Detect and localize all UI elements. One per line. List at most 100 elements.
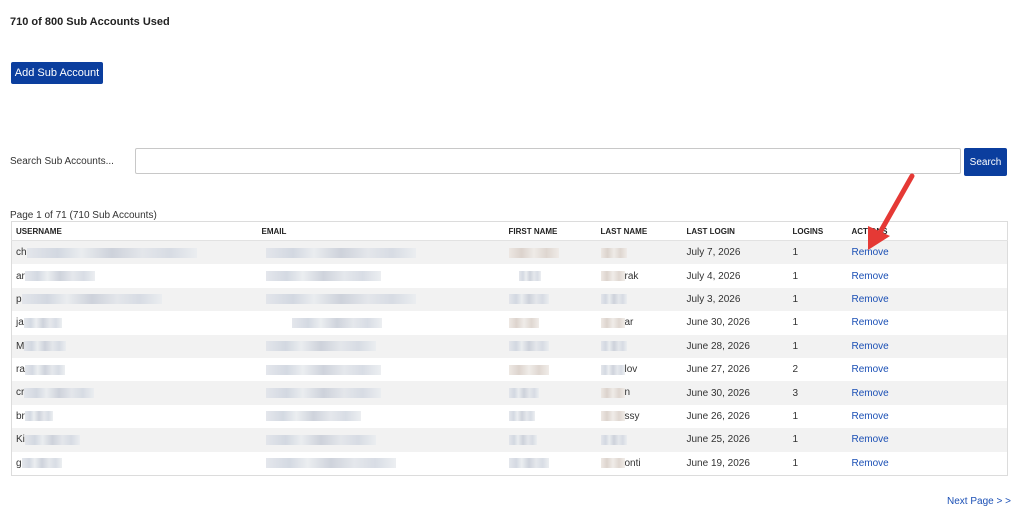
- email-cell: [257, 264, 505, 288]
- remove-link[interactable]: Remove: [852, 317, 889, 328]
- redacted-first-name: [518, 270, 541, 281]
- last-name-visible: ar: [624, 317, 634, 329]
- username-cell: ra: [11, 357, 258, 382]
- redacted-email: [265, 270, 381, 281]
- redacted-first-name: [508, 317, 539, 328]
- redacted-last-name: [600, 411, 625, 422]
- last-name-visible: lov: [624, 364, 638, 376]
- logins-cell: 1: [788, 240, 848, 265]
- redacted-last-name: [600, 317, 625, 328]
- redacted-last-name: [600, 271, 625, 282]
- search-input[interactable]: [135, 148, 961, 174]
- last-name-cell: [596, 240, 683, 265]
- email-cell: [257, 311, 505, 335]
- username-cell: cr: [11, 381, 258, 405]
- redacted-username: [24, 341, 67, 352]
- logins-cell: 1: [788, 428, 848, 452]
- redacted-username: [24, 364, 65, 375]
- actions-cell: Remove: [847, 451, 1008, 476]
- first-name-cell: [504, 381, 597, 405]
- redacted-email: [265, 341, 376, 352]
- redacted-first-name: [508, 411, 535, 422]
- actions-cell: Remove: [847, 428, 1008, 452]
- redacted-email: [291, 317, 382, 328]
- last-login-cell: July 7, 2026: [682, 240, 789, 265]
- last-name-cell: onti: [596, 451, 683, 476]
- username-cell: ja: [11, 311, 258, 335]
- table-row: Ki June 25, 2026 1 Remove: [11, 428, 1008, 452]
- logins-cell: 1: [788, 334, 848, 358]
- logins-cell: 1: [788, 264, 848, 288]
- first-name-cell: [504, 334, 597, 358]
- username-cell: g: [11, 451, 258, 476]
- redacted-last-name: [600, 434, 627, 445]
- last-login-cell: June 25, 2026: [682, 428, 789, 452]
- table-row: ch July 7, 2026 1 Remove: [11, 240, 1008, 265]
- actions-cell: Remove: [847, 334, 1008, 358]
- search-label: Search Sub Accounts...: [10, 156, 114, 167]
- table-row: M June 28, 2026 1 Remove: [11, 334, 1008, 358]
- last-name-cell: n: [596, 381, 683, 405]
- username-cell: M: [11, 334, 258, 358]
- remove-link[interactable]: Remove: [852, 411, 889, 422]
- first-name-cell: [504, 311, 597, 335]
- actions-cell: Remove: [847, 240, 1008, 265]
- email-cell: [257, 381, 505, 405]
- redacted-username: [26, 247, 197, 258]
- redacted-username: [24, 271, 95, 282]
- header-username: USERNAME: [11, 221, 258, 241]
- redacted-last-name: [600, 341, 627, 352]
- remove-link[interactable]: Remove: [852, 247, 889, 258]
- header-logins: LOGINS: [788, 221, 848, 241]
- header-email: EMAIL: [257, 221, 505, 241]
- logins-cell: 3: [788, 381, 848, 405]
- username-visible: ch: [16, 247, 27, 259]
- username-visible: ar: [16, 270, 25, 282]
- last-name-cell: [596, 334, 683, 358]
- first-name-cell: [504, 451, 597, 476]
- redacted-email: [265, 434, 376, 445]
- logins-cell: 1: [788, 287, 848, 312]
- last-login-cell: June 30, 2026: [682, 381, 789, 405]
- remove-link[interactable]: Remove: [852, 294, 889, 305]
- remove-link[interactable]: Remove: [852, 434, 889, 445]
- table-row: cr n June 30, 2026 3 Remove: [11, 381, 1008, 405]
- add-sub-account-button[interactable]: Add Sub Account: [11, 62, 103, 84]
- sub-accounts-table: USERNAME EMAIL FIRST NAME LAST NAME LAST…: [11, 221, 1008, 476]
- redacted-last-name: [600, 294, 627, 305]
- table-row: p July 3, 2026 1 Remove: [11, 287, 1008, 312]
- last-name-cell: rak: [596, 264, 683, 288]
- header-last-login: LAST LOGIN: [682, 221, 789, 241]
- sub-account-usage: 710 of 800 Sub Accounts Used: [10, 16, 170, 28]
- email-cell: [257, 287, 505, 312]
- actions-cell: Remove: [847, 357, 1008, 382]
- actions-cell: Remove: [847, 404, 1008, 429]
- first-name-cell: [504, 264, 597, 288]
- redacted-first-name: [508, 434, 537, 445]
- username-visible: Ki: [16, 434, 25, 446]
- first-name-cell: [504, 404, 597, 429]
- remove-link[interactable]: Remove: [852, 341, 889, 352]
- last-name-cell: lov: [596, 357, 683, 382]
- header-first-name: FIRST NAME: [504, 221, 597, 241]
- header-actions: ACTIONS: [847, 221, 1008, 241]
- username-visible: M: [16, 340, 25, 352]
- redacted-username: [21, 294, 162, 305]
- remove-link[interactable]: Remove: [852, 458, 889, 469]
- remove-link[interactable]: Remove: [852, 364, 889, 375]
- next-page-link[interactable]: Next Page > >: [947, 496, 1011, 507]
- redacted-username: [24, 411, 53, 422]
- email-cell: [257, 334, 505, 358]
- table-header-row: USERNAME EMAIL FIRST NAME LAST NAME LAST…: [11, 221, 1008, 241]
- first-name-cell: [504, 357, 597, 382]
- remove-link[interactable]: Remove: [852, 388, 889, 399]
- redacted-username: [21, 458, 62, 469]
- last-login-cell: June 26, 2026: [682, 404, 789, 429]
- first-name-cell: [504, 428, 597, 452]
- redacted-last-name: [600, 364, 625, 375]
- remove-link[interactable]: Remove: [852, 271, 889, 282]
- redacted-last-name: [600, 387, 625, 398]
- redacted-first-name: [508, 294, 549, 305]
- last-name-cell: [596, 287, 683, 312]
- search-button[interactable]: Search: [964, 148, 1007, 176]
